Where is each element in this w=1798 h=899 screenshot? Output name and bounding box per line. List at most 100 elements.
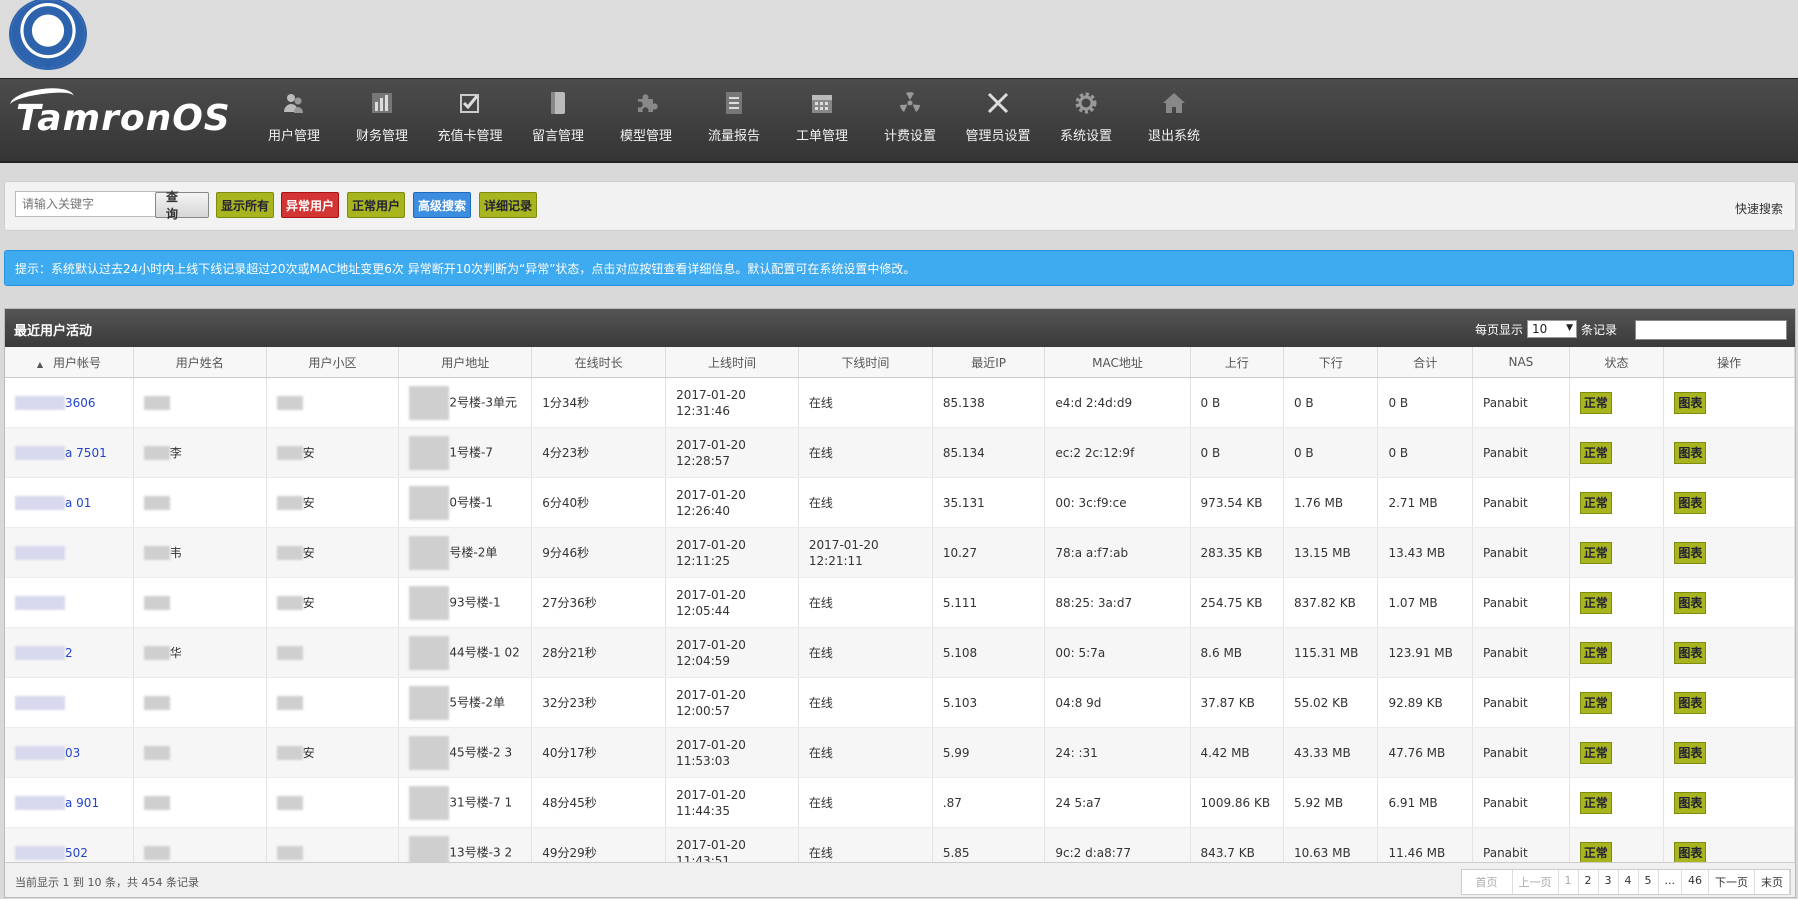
chart-button[interactable]: 图表 [1674, 791, 1707, 814]
nav-item-5[interactable]: 流量报告 [690, 89, 778, 144]
cell-account[interactable]: 3606 [5, 377, 134, 428]
column-header[interactable]: MAC地址 [1044, 347, 1191, 378]
status-badge[interactable]: 正常 [1579, 691, 1612, 714]
cell-action[interactable]: 图表 [1663, 477, 1795, 528]
nav-item-3[interactable]: 留言管理 [514, 89, 602, 144]
pager-4[interactable]: 3 [1599, 870, 1619, 894]
nav-item-4[interactable]: 模型管理 [602, 89, 690, 144]
chart-button[interactable]: 图表 [1674, 641, 1707, 664]
status-badge[interactable]: 正常 [1579, 641, 1612, 664]
pager-6[interactable]: 5 [1639, 870, 1659, 894]
cell-action[interactable]: 图表 [1663, 377, 1795, 428]
pager-10[interactable]: 末页 [1755, 870, 1790, 894]
cell-status[interactable]: 正常 [1569, 727, 1665, 778]
status-badge[interactable]: 正常 [1579, 791, 1612, 814]
column-header[interactable]: 用户小区 [266, 347, 400, 378]
cell-status[interactable]: 正常 [1569, 377, 1665, 428]
nav-item-0[interactable]: 用户管理 [250, 89, 338, 144]
chart-button[interactable]: 图表 [1674, 541, 1707, 564]
cell-action[interactable]: 图表 [1663, 577, 1795, 628]
column-header[interactable]: 状态 [1569, 347, 1665, 378]
pager-1[interactable]: 上一页 [1513, 870, 1559, 894]
pager-2[interactable]: 1 [1559, 870, 1579, 894]
nav-item-8[interactable]: 管理员设置 [954, 89, 1042, 144]
chart-button[interactable]: 图表 [1674, 391, 1707, 414]
show-all-button[interactable]: 显示所有 [216, 192, 274, 218]
cell-status[interactable]: 正常 [1569, 627, 1665, 678]
account-text[interactable]: a 7501 [65, 446, 107, 460]
column-header[interactable]: 最近IP [932, 347, 1046, 378]
cell-status[interactable]: 正常 [1569, 477, 1665, 528]
cell-action[interactable]: 图表 [1663, 627, 1795, 678]
nav-item-10[interactable]: 退出系统 [1130, 89, 1218, 144]
normal-users-button[interactable]: 正常用户 [347, 192, 405, 218]
column-header[interactable]: 上行 [1190, 347, 1284, 378]
brand-logo[interactable]: TamronOS [8, 84, 231, 143]
status-badge[interactable]: 正常 [1579, 841, 1612, 864]
pager-9[interactable]: 下一页 [1709, 870, 1755, 894]
chart-button[interactable]: 图表 [1674, 841, 1707, 864]
status-badge[interactable]: 正常 [1579, 741, 1612, 764]
account-text[interactable]: 502 [65, 846, 88, 860]
chart-button[interactable]: 图表 [1674, 441, 1707, 464]
status-badge[interactable]: 正常 [1579, 491, 1612, 514]
cell-action[interactable]: 图表 [1663, 677, 1795, 728]
cell-status[interactable]: 正常 [1569, 527, 1665, 578]
column-header[interactable]: 下行 [1283, 347, 1379, 378]
column-header[interactable]: 用户地址 [398, 347, 533, 378]
pager-5[interactable]: 4 [1619, 870, 1639, 894]
column-header[interactable]: NAS [1472, 347, 1570, 378]
chart-button[interactable]: 图表 [1674, 691, 1707, 714]
cell-status[interactable]: 正常 [1569, 777, 1665, 828]
cell-account[interactable] [5, 527, 134, 578]
cell-status[interactable]: 正常 [1569, 577, 1665, 628]
pager-3[interactable]: 2 [1579, 870, 1599, 894]
cell-action[interactable]: 图表 [1663, 777, 1795, 828]
account-text[interactable]: a 01 [65, 496, 91, 510]
nav-item-6[interactable]: 工单管理 [778, 89, 866, 144]
status-badge[interactable]: 正常 [1579, 441, 1612, 464]
column-header[interactable]: 合计 [1377, 347, 1474, 378]
nav-item-2[interactable]: 充值卡管理 [426, 89, 514, 144]
status-badge[interactable]: 正常 [1579, 591, 1612, 614]
chart-button[interactable]: 图表 [1674, 591, 1707, 614]
status-badge[interactable]: 正常 [1579, 541, 1612, 564]
per-page-select[interactable]: 10 [1526, 320, 1577, 338]
cell-account[interactable] [5, 677, 134, 728]
account-text[interactable]: a 901 [65, 796, 99, 810]
column-header[interactable]: 操作 [1663, 347, 1795, 378]
cell-action[interactable]: 图表 [1663, 427, 1795, 478]
cell-action[interactable]: 图表 [1663, 527, 1795, 578]
account-text[interactable]: 3606 [65, 396, 96, 410]
nav-item-1[interactable]: 财务管理 [338, 89, 426, 144]
chart-button[interactable]: 图表 [1674, 741, 1707, 764]
advanced-search-button[interactable]: 高级搜索 [413, 192, 471, 218]
column-header[interactable]: ▲ 用户帐号 [5, 347, 134, 378]
nav-item-9[interactable]: 系统设置 [1042, 89, 1130, 144]
cell-account[interactable]: a 01 [5, 477, 134, 528]
table-filter-input[interactable] [1635, 320, 1787, 340]
pager-7[interactable]: ... [1659, 870, 1682, 894]
cell-action[interactable]: 图表 [1663, 727, 1795, 778]
cell-account[interactable]: 2 [5, 627, 134, 678]
query-button[interactable]: 查询 [155, 190, 209, 221]
chart-button[interactable]: 图表 [1674, 491, 1707, 514]
column-header[interactable]: 用户姓名 [133, 347, 267, 378]
cell-account[interactable]: a 7501 [5, 427, 134, 478]
cell-account[interactable] [5, 577, 134, 628]
account-text[interactable]: 2 [65, 646, 73, 660]
detail-records-button[interactable]: 详细记录 [479, 192, 537, 218]
column-header[interactable]: 在线时长 [531, 347, 667, 378]
quick-search-link[interactable]: 快速搜索 [1735, 200, 1783, 217]
cell-account[interactable]: 03 [5, 727, 134, 778]
cell-account[interactable]: a 901 [5, 777, 134, 828]
cell-status[interactable]: 正常 [1569, 677, 1665, 728]
pager-8[interactable]: 46 [1682, 870, 1709, 894]
account-text[interactable]: 03 [65, 746, 80, 760]
column-header[interactable]: 上线时间 [665, 347, 799, 378]
nav-item-7[interactable]: 计费设置 [866, 89, 954, 144]
column-header[interactable]: 下线时间 [798, 347, 933, 378]
status-badge[interactable]: 正常 [1579, 391, 1612, 414]
pager-0[interactable]: 首页 [1462, 870, 1513, 894]
abnormal-users-button[interactable]: 异常用户 [281, 192, 339, 218]
